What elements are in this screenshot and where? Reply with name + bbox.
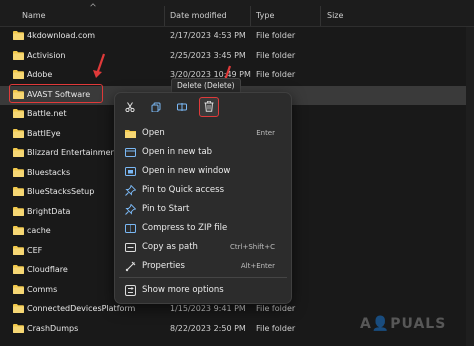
column-header-date[interactable]: Date modified [170,11,227,20]
file-name: cache [27,226,51,235]
copy-icon [151,102,161,112]
menu-item-open-in-new-window[interactable]: Open in new window [119,162,287,181]
file-name: Cloudflare [27,265,68,274]
sort-chevron-icon[interactable] [90,2,96,8]
menu-item-properties[interactable]: Properties Alt+Enter [119,257,287,276]
pin-start-icon [125,204,136,215]
table-row[interactable]: 4kdownload.com 2/17/2023 4:53 PM File fold… [0,27,474,46]
folder-icon [13,50,24,60]
menu-item-label: Compress to ZIP file [142,223,228,233]
column-divider[interactable] [250,6,251,26]
folder-icon [13,187,24,196]
menu-item-shortcut: Ctrl+Shift+C [230,243,275,251]
copy-button[interactable] [147,98,165,116]
file-name: Blizzard Entertainment [27,148,119,157]
rename-button[interactable] [173,98,191,116]
folder-icon [13,245,24,255]
menu-item-shortcut: Enter [256,129,275,137]
scrollbar[interactable] [466,27,474,346]
file-type: File folder [256,31,296,40]
column-header-type[interactable]: Type [256,11,274,20]
folder-icon [13,167,24,177]
rename-icon [177,103,187,111]
properties-icon [125,261,136,272]
pin-icon [125,185,136,196]
menu-item-label: Show more options [142,285,224,295]
delete-button[interactable] [199,97,219,117]
menu-item-label: Open in new window [142,166,231,176]
menu-item-label: Copy as path [142,242,198,252]
file-date: 2/17/2023 4:53 PM [170,31,246,40]
delete-icon [204,101,214,112]
file-type: File folder [256,304,296,313]
copy-path-icon [125,243,136,252]
folder-icon [13,109,24,118]
menu-item-label: Pin to Quick access [142,185,225,195]
menu-item-open-in-new-tab[interactable]: Open in new tab [119,143,287,162]
menu-item-label: Open in new tab [142,147,213,157]
file-type: File folder [256,70,296,79]
file-date: 8/22/2023 2:50 PM [170,323,246,333]
column-divider[interactable] [320,6,321,26]
folder-icon [13,148,24,157]
file-name: CrashDumps [27,323,79,333]
selected-row-highlight [9,84,103,103]
file-name: Bluestacks [27,167,71,177]
annotation-arrow-icon [93,53,106,78]
folder-icon [13,265,24,274]
file-name: ConnectedDevicesPlatform [27,304,136,313]
folder-icon [13,284,24,294]
menu-item-label: Open [142,128,165,138]
file-name: BlueStacksSetup [27,187,95,196]
menu-item-show-more-options[interactable]: Show more options [119,281,287,300]
file-name: 4kdownload.com [27,31,96,40]
folder-icon [13,70,24,79]
column-header-size[interactable]: Size [327,11,343,20]
more-options-icon [125,285,136,296]
folder-icon [13,128,24,138]
context-menu: Open Enter Open in new tab Open in new wind… [114,92,292,304]
menu-item-compress-to-zip-file[interactable]: Compress to ZIP file [119,219,287,238]
zip-icon [125,224,136,233]
cut-icon [125,102,135,112]
menu-item-pin-to-start[interactable]: Pin to Start [119,200,287,219]
menu-item-open[interactable]: Open Enter [119,124,287,143]
file-name: Battle.net [27,109,67,118]
new-tab-icon [125,148,136,157]
file-date: 2/25/2023 3:45 PM [170,50,246,60]
folder-icon [13,323,24,333]
menu-item-copy-as-path[interactable]: Copy as path Ctrl+Shift+C [119,238,287,257]
menu-separator [119,277,287,278]
cut-button[interactable] [121,98,139,116]
folder-icon [125,130,136,138]
file-name: Comms [27,284,58,294]
file-name: Activision [27,50,66,60]
file-name: BattlEye [27,128,61,138]
new-window-icon [125,167,136,176]
menu-item-pin-to-quick-access[interactable]: Pin to Quick access [119,181,287,200]
menu-item-label: Pin to Start [142,204,190,214]
file-name: BrightData [27,206,71,216]
menu-item-label: Properties [142,261,185,271]
menu-item-shortcut: Alt+Enter [240,262,275,270]
column-header-name[interactable]: Name [22,11,46,20]
file-type: File folder [256,323,296,333]
folder-icon [13,226,24,235]
file-name: Adobe [27,70,53,79]
folder-icon [13,31,24,40]
folder-icon [13,206,24,216]
column-divider[interactable] [164,6,165,26]
file-date: 1/15/2023 9:41 PM [170,304,246,313]
watermark-logo: A👤PUALS [360,316,447,332]
column-header-bar: Name Date modified Type Size [0,0,474,27]
table-row[interactable]: Activision 2/25/2023 3:45 PM File folder [0,47,474,66]
file-name: CEF [27,245,43,255]
file-type: File folder [256,50,296,60]
folder-icon [13,304,24,313]
